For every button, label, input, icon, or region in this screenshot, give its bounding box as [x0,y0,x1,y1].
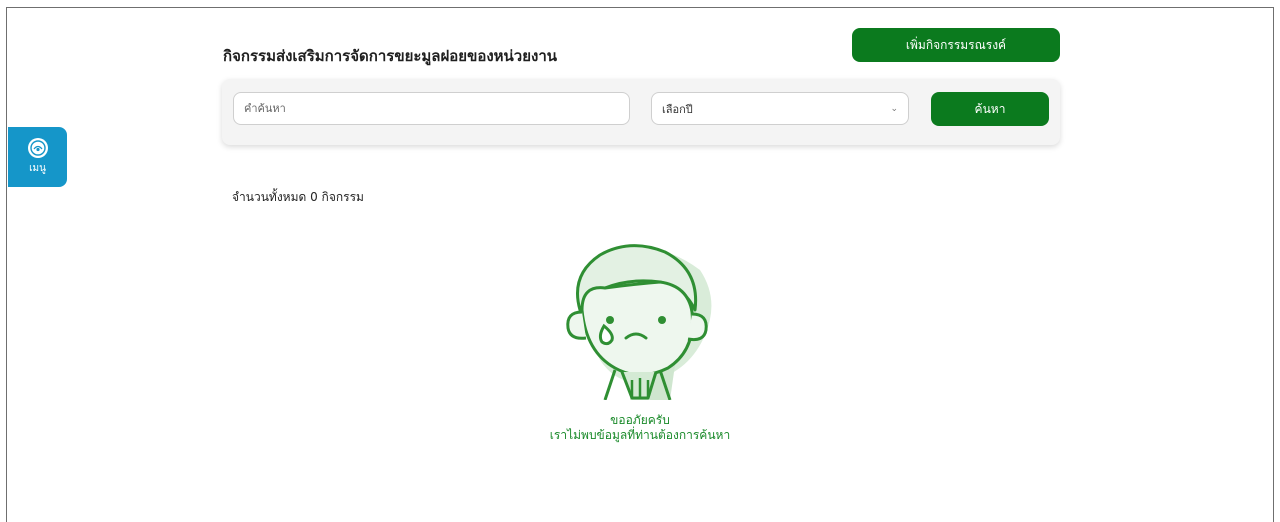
empty-state-line1: ขออภัยครับ [610,413,670,427]
search-input[interactable] [233,92,630,125]
side-menu-label: เมนู [29,163,46,174]
search-panel: เลือกปี ⌄ ค้นหา [222,79,1060,145]
chevron-down-icon: ⌄ [890,103,898,114]
side-menu-button[interactable]: เมนู [8,127,67,187]
year-select-value: เลือกปี [662,102,693,116]
empty-state-line2: เราไม่พบข้อมูลที่ท่านต้องการค้นหา [549,428,731,442]
logo-icon [27,138,48,158]
sad-person-illustration [560,240,720,401]
empty-state-message: ขออภัยครับ เราไม่พบข้อมูลที่ท่านต้องการค… [500,413,780,443]
year-select[interactable]: เลือกปี ⌄ [651,92,909,125]
add-campaign-button[interactable]: เพิ่มกิจกรรมรณรงค์ [852,28,1060,62]
result-count: จำนวนทั้งหมด 0 กิจกรรม [232,190,364,204]
page-title: กิจกรรมส่งเสริมการจัดการขยะมูลฝอยของหน่ว… [223,47,558,65]
search-button[interactable]: ค้นหา [931,92,1049,126]
